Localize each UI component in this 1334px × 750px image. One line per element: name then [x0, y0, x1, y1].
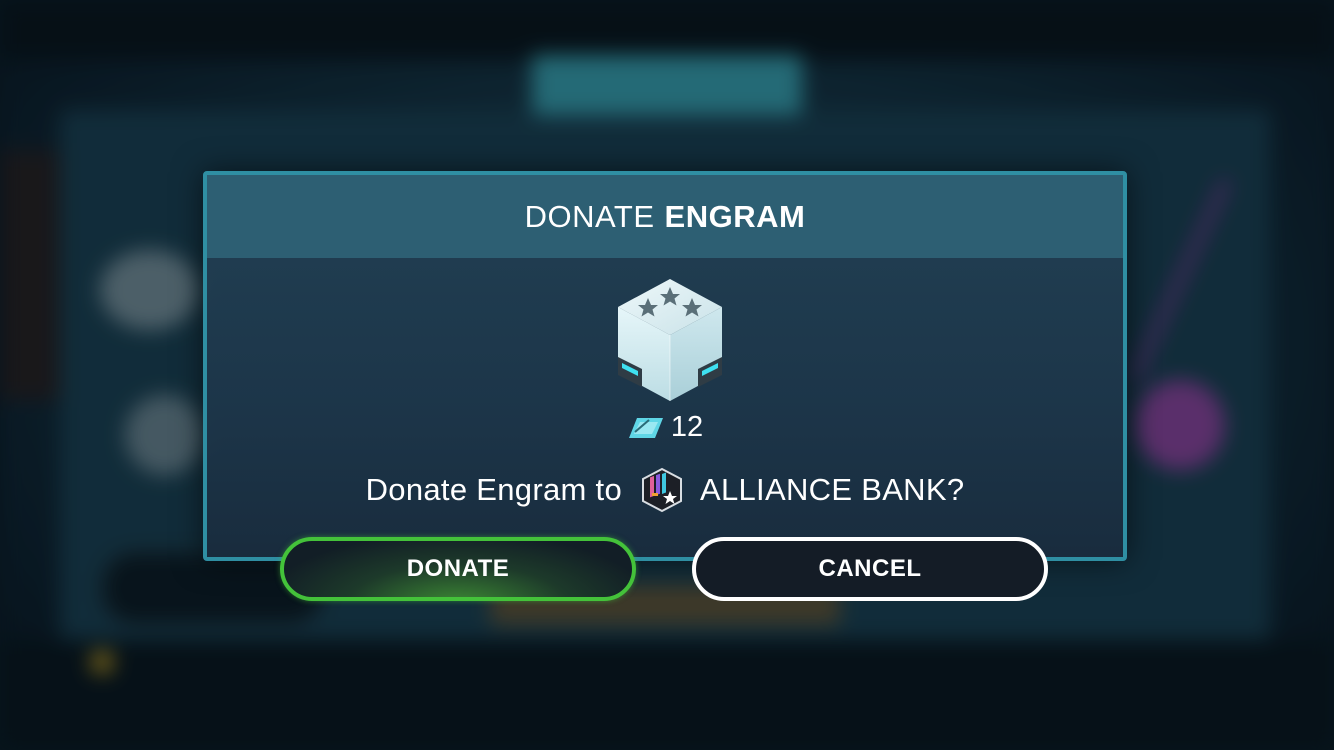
- donation-cost: 12: [207, 411, 1123, 444]
- donate-question: Donate Engram to ALLIANCE BANK?: [207, 467, 1123, 513]
- cost-amount: 12: [670, 411, 704, 443]
- alliance-emblem-icon: [642, 467, 682, 513]
- alliance-name: ALLIANCE BANK?: [700, 472, 965, 507]
- cancel-button[interactable]: CANCEL: [692, 537, 1048, 601]
- donate-button-label: DONATE: [406, 555, 510, 582]
- dialog-title-bold: ENGRAM: [664, 198, 806, 234]
- cancel-button-label: CANCEL: [818, 555, 922, 582]
- game-screen: DONATE ENGRAM 12 Donate Engram to ALLIAN…: [0, 0, 1334, 750]
- donate-engram-dialog: DONATE ENGRAM 12 Donate Engram to ALLIAN…: [203, 171, 1127, 561]
- dialog-title-prefix: DONATE: [524, 198, 655, 234]
- dialog-header: DONATE ENGRAM: [207, 175, 1123, 258]
- question-text: Donate Engram to: [365, 472, 622, 507]
- shard-currency-icon: [628, 417, 663, 438]
- donate-button[interactable]: DONATE: [280, 537, 636, 601]
- engram-cube-icon: [618, 279, 722, 401]
